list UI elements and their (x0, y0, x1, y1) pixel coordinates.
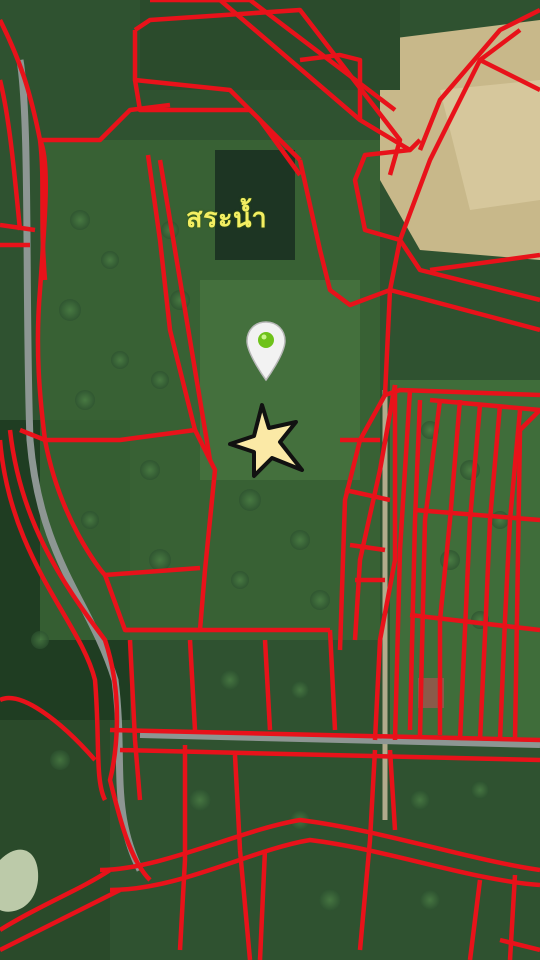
pond-label: สระน้ำ (186, 203, 268, 234)
satellite-map[interactable]: สระน้ำ (0, 0, 540, 960)
satellite-imagery (0, 0, 540, 960)
map-pin-icon[interactable] (244, 320, 288, 382)
star-icon[interactable] (224, 400, 310, 480)
